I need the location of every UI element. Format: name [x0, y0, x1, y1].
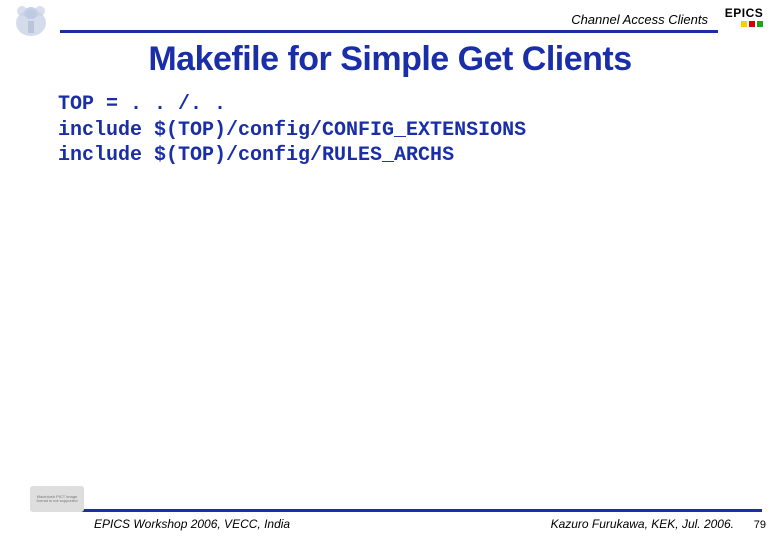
placeholder-text: Macintosh PICT image format is not suppo…: [32, 495, 82, 504]
epics-logo-icon: EPICS: [723, 6, 765, 34]
epics-logo-text: EPICS: [723, 6, 765, 20]
footer-rule: [60, 509, 762, 512]
footer-left: EPICS Workshop 2006, VECC, India: [94, 517, 290, 531]
header-rule: [60, 30, 718, 33]
image-placeholder-icon: Macintosh PICT image format is not suppo…: [30, 486, 84, 512]
code-block: TOP = . . /. . include $(TOP)/config/CON…: [58, 92, 750, 169]
code-line: include $(TOP)/config/RULES_ARCHS: [58, 144, 454, 167]
header-label: Channel Access Clients: [571, 12, 708, 27]
code-line: TOP = . . /. .: [58, 93, 226, 116]
code-line: include $(TOP)/config/CONFIG_EXTENSIONS: [58, 119, 526, 142]
page-title: Makefile for Simple Get Clients: [0, 40, 780, 79]
emblem-icon: [10, 3, 52, 39]
epics-color-blocks: [723, 21, 763, 27]
header: Channel Access Clients EPICS: [0, 0, 780, 42]
slide: Channel Access Clients EPICS Makefile fo…: [0, 0, 780, 540]
page-number: 79: [754, 519, 766, 531]
footer-right: Kazuro Furukawa, KEK, Jul. 2006.: [551, 517, 734, 531]
